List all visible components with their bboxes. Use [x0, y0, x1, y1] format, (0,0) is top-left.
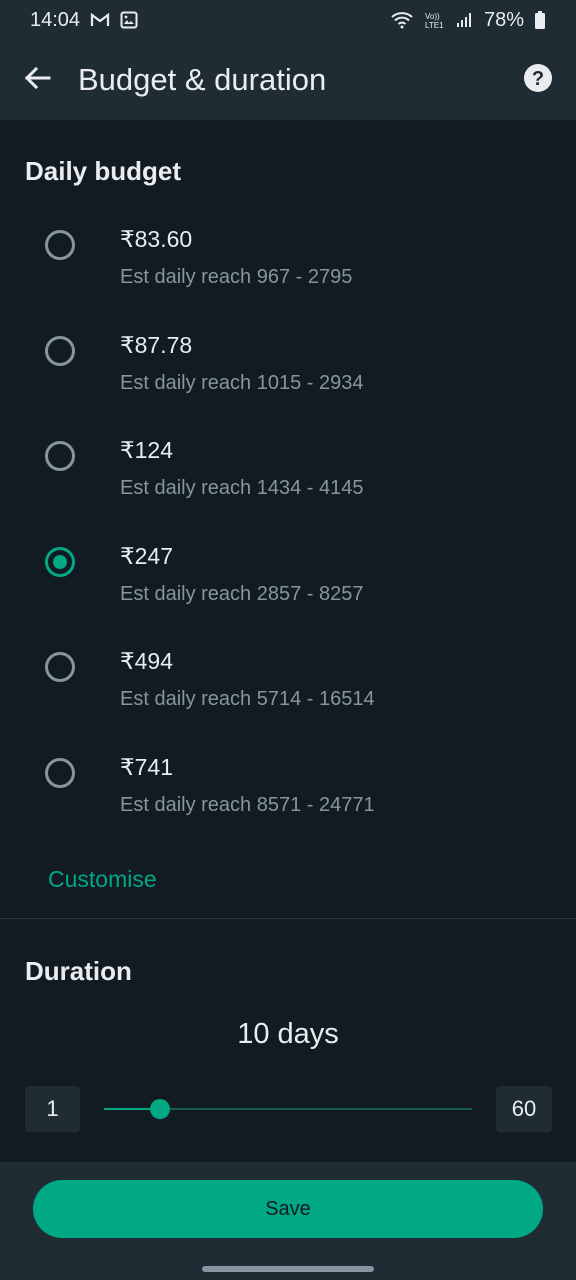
- svg-text:?: ?: [532, 68, 544, 90]
- daily-budget-title: Daily budget: [25, 156, 182, 186]
- radio-button[interactable]: [45, 230, 75, 260]
- battery-percent: 78%: [483, 8, 524, 31]
- radio-button[interactable]: [45, 758, 75, 788]
- gmail-icon: [90, 12, 110, 28]
- duration-value: 10 days: [237, 1018, 339, 1050]
- budget-option[interactable]: ₹741 Est daily reach 8571 - 24771: [0, 746, 576, 846]
- budget-amount: ₹83.60: [120, 226, 193, 252]
- budget-option[interactable]: ₹83.60 Est daily reach 967 - 2795: [0, 218, 576, 318]
- status-time: 14:04: [30, 8, 81, 31]
- battery-icon: [534, 10, 546, 30]
- duration-max-label: 60: [496, 1086, 552, 1132]
- budget-option[interactable]: ₹494 Est daily reach 5714 - 16514: [0, 640, 576, 740]
- radio-button[interactable]: [45, 336, 75, 366]
- budget-reach: Est daily reach 1015 - 2934: [120, 372, 364, 394]
- budget-option[interactable]: ₹87.78 Est daily reach 1015 - 2934: [0, 324, 576, 424]
- customise-button[interactable]: Customise: [48, 866, 157, 893]
- arrow-left-icon: [23, 66, 51, 95]
- svg-text:LTE1: LTE1: [425, 21, 444, 29]
- radio-button[interactable]: [45, 441, 75, 471]
- budget-option[interactable]: ₹124 Est daily reach 1434 - 4145: [0, 429, 576, 529]
- budget-amount: ₹494: [120, 648, 174, 674]
- budget-reach: Est daily reach 8571 - 24771: [120, 794, 375, 816]
- budget-amount: ₹247: [120, 543, 174, 569]
- duration-slider[interactable]: [104, 1099, 472, 1119]
- save-button[interactable]: Save: [33, 1180, 543, 1238]
- gallery-icon: [120, 11, 138, 29]
- duration-title: Duration: [25, 956, 132, 986]
- svg-text:Vo)): Vo)): [425, 12, 440, 21]
- home-indicator[interactable]: [202, 1266, 374, 1272]
- signal-icon: [456, 12, 474, 28]
- radio-button-selected[interactable]: [45, 547, 75, 577]
- back-button[interactable]: [12, 55, 62, 105]
- duration-min-label: 1: [25, 1086, 80, 1132]
- budget-amount: ₹87.78: [120, 332, 193, 358]
- app-bar: Budget & duration ?: [0, 40, 576, 120]
- bottom-bar: Save: [0, 1162, 576, 1280]
- budget-amount: ₹741: [120, 754, 174, 780]
- help-icon: ?: [523, 63, 553, 98]
- help-button[interactable]: ?: [522, 63, 554, 98]
- budget-option[interactable]: ₹247 Est daily reach 2857 - 8257: [0, 535, 576, 635]
- page-title: Budget & duration: [78, 62, 327, 97]
- status-bar: 14:04 Vo)) LTE1 78%: [0, 0, 576, 40]
- volte-icon: Vo)) LTE1: [424, 11, 446, 29]
- wifi-icon: [390, 11, 414, 29]
- radio-button[interactable]: [45, 652, 75, 682]
- budget-amount: ₹124: [120, 437, 174, 463]
- budget-reach: Est daily reach 967 - 2795: [120, 266, 353, 288]
- slider-thumb[interactable]: [150, 1099, 171, 1119]
- budget-reach: Est daily reach 5714 - 16514: [120, 688, 375, 710]
- budget-reach: Est daily reach 2857 - 8257: [120, 583, 364, 605]
- divider: [0, 918, 576, 919]
- budget-reach: Est daily reach 1434 - 4145: [120, 477, 364, 499]
